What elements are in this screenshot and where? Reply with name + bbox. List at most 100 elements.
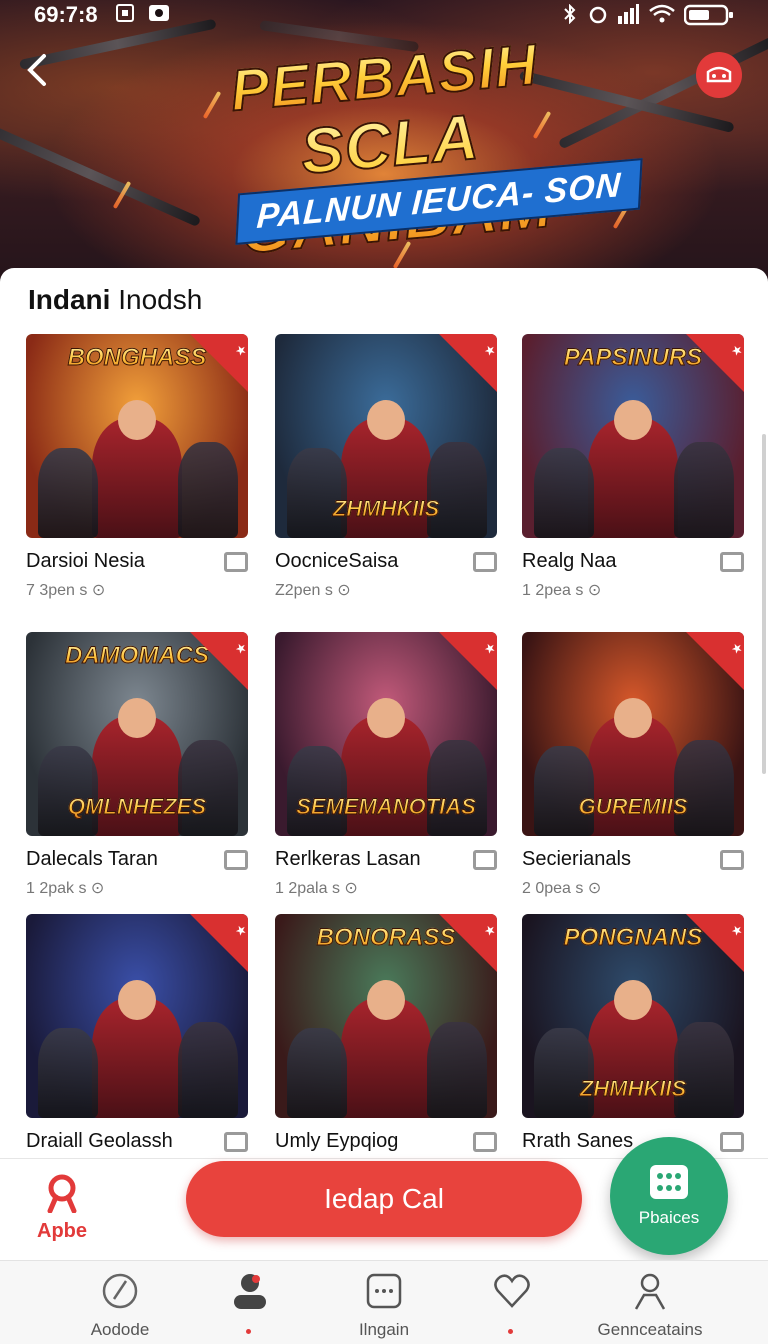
game-thumbnail[interactable]: ZHMHKIIS ★ [275, 334, 497, 538]
select-checkbox[interactable] [473, 1132, 497, 1152]
game-title[interactable]: Dalecals Taran [26, 848, 158, 871]
side-figure-left [38, 448, 98, 538]
select-checkbox[interactable] [720, 1132, 744, 1152]
game-card[interactable]: GUREMIIS ★ Secierianals 2 0pea s ⊙ [522, 632, 744, 897]
hero-head [367, 980, 405, 1020]
game-meta: 7 3pen s ⊙ [26, 582, 106, 599]
fab-label: Pbaices [638, 1208, 700, 1227]
nav-item-4[interactable]: Gennceatains [580, 1271, 720, 1340]
game-card[interactable]: SEMEMANOTIAS ★ Rerlkeras Lasan 1 2pala s ⊙ [275, 632, 497, 897]
person-icon [634, 1273, 666, 1310]
nav-item-1[interactable] [180, 1271, 320, 1334]
side-figure-left [534, 746, 594, 836]
game-thumbnail[interactable]: PAPSINURS ★ [522, 334, 744, 538]
hero-head [614, 698, 652, 738]
game-logo-bottom: SEMEMANOTIAS [275, 794, 497, 820]
game-title[interactable]: Draiall Geolassh [26, 1130, 173, 1153]
game-logo-bottom: GUREMIIS [522, 794, 744, 820]
signal-icon [618, 4, 639, 24]
select-checkbox[interactable] [720, 552, 744, 572]
game-title[interactable]: OocniceSaisa [275, 550, 398, 573]
select-checkbox[interactable] [224, 850, 248, 870]
ribbon-mark: ★ [728, 923, 744, 939]
ribbon-mark: ★ [481, 343, 497, 359]
select-checkbox[interactable] [224, 1132, 248, 1152]
nav-item-0[interactable]: Aodode [50, 1271, 190, 1340]
nav-label-0: Aodode [90, 1320, 150, 1339]
heart-icon [494, 1274, 530, 1308]
select-checkbox[interactable] [224, 552, 248, 572]
nav-item-2[interactable]: Ilngain [314, 1271, 454, 1340]
hero-head [118, 400, 156, 440]
notification-icon [116, 4, 134, 22]
gamepad-button[interactable] [696, 52, 742, 98]
back-button[interactable] [22, 48, 62, 92]
game-title[interactable]: Realg Naa [522, 550, 617, 573]
side-figure-left [287, 448, 347, 538]
side-figure-right [674, 442, 734, 538]
nav-notify-dot [508, 1329, 513, 1334]
nav-label-2: Ilngain [358, 1320, 410, 1339]
nav-label-4: Gennceatains [597, 1320, 703, 1339]
game-meta: Z2pen s ⊙ [275, 582, 351, 599]
ribbon-mark: ★ [728, 641, 744, 657]
select-checkbox[interactable] [720, 850, 744, 870]
brand-button[interactable]: Apbe [30, 1173, 94, 1243]
side-figure-right [674, 1022, 734, 1118]
status-time: 69:7:8 [34, 2, 98, 27]
photo-icon [149, 5, 169, 21]
game-card[interactable]: PONGNANS ZHMHKIIS ★ Rrath Sanes [522, 914, 744, 1152]
ribbon-mark: ★ [728, 343, 744, 359]
game-thumbnail[interactable]: GUREMIIS ★ [522, 632, 744, 836]
side-figure-right [427, 740, 487, 836]
game-thumbnail[interactable]: BONORASS ★ [275, 914, 497, 1118]
game-title[interactable]: Secierianals [522, 848, 631, 871]
ribbon-mark: ★ [481, 641, 497, 657]
game-card[interactable]: BONGHASS ★ Darsioi Nesia 7 3pen s ⊙ [26, 334, 248, 599]
game-thumbnail[interactable]: DAMOMACS QMLNHEZES ★ [26, 632, 248, 836]
side-figure-left [38, 746, 98, 836]
brand-logo-icon [47, 1174, 77, 1214]
hero-head [614, 400, 652, 440]
game-card[interactable]: BONORASS ★ Umly Eypqiog [275, 914, 497, 1152]
corner-ribbon: ★ [437, 632, 497, 692]
section-title-bold: Indani [28, 284, 111, 315]
primary-cta-button[interactable]: Iedap Cal [186, 1161, 582, 1237]
ribbon-mark: ★ [232, 641, 248, 657]
banner-title: PERBASIH SCLA GANIBAM [152, 20, 629, 269]
game-thumbnail[interactable]: BONGHASS ★ [26, 334, 248, 538]
hero-head [118, 980, 156, 1020]
corner-ribbon: ★ [684, 334, 744, 394]
places-fab-button[interactable]: Pbaices [610, 1137, 728, 1255]
select-checkbox[interactable] [473, 552, 497, 572]
status-bar: 69:7:8 [0, 0, 768, 28]
ribbon-mark: ★ [481, 923, 497, 939]
nav-active-dot [246, 1329, 251, 1334]
ribbon-mark: ★ [232, 923, 248, 939]
side-figure-left [287, 1028, 347, 1118]
game-logo-bottom: ZHMHKIIS [522, 1076, 744, 1102]
game-title[interactable]: Rrath Sanes [522, 1130, 633, 1153]
side-figure-right [427, 442, 487, 538]
side-figure-right [674, 740, 734, 836]
action-bar: Apbe Iedap Cal Pbaices [0, 1137, 768, 1260]
brand-label: Apbe [37, 1220, 87, 1242]
game-thumbnail[interactable]: SEMEMANOTIAS ★ [275, 632, 497, 836]
side-figure-left [287, 746, 347, 836]
corner-ribbon: ★ [188, 632, 248, 692]
game-card[interactable]: PAPSINURS ★ Realg Naa 1 2pea s ⊙ [522, 334, 744, 599]
ribbon-mark: ★ [232, 343, 248, 359]
game-thumbnail[interactable]: ★ [26, 914, 248, 1118]
gamepad-icon [706, 66, 732, 83]
game-card[interactable]: ★ Draiall Geolassh [26, 914, 248, 1152]
game-title[interactable]: Darsioi Nesia [26, 550, 145, 573]
scrollbar[interactable] [762, 434, 766, 774]
game-title[interactable]: Umly Eypqiog [275, 1130, 398, 1153]
game-card[interactable]: DAMOMACS QMLNHEZES ★ Dalecals Taran 1 2pak s… [26, 632, 248, 897]
game-title[interactable]: Rerlkeras Lasan [275, 848, 421, 871]
select-checkbox[interactable] [473, 850, 497, 870]
nav-item-3[interactable] [442, 1271, 582, 1334]
game-card[interactable]: ZHMHKIIS ★ OocniceSaisa Z2pen s ⊙ [275, 334, 497, 599]
game-thumbnail[interactable]: PONGNANS ZHMHKIIS ★ [522, 914, 744, 1118]
game-logo-bottom: ZHMHKIIS [275, 496, 497, 522]
